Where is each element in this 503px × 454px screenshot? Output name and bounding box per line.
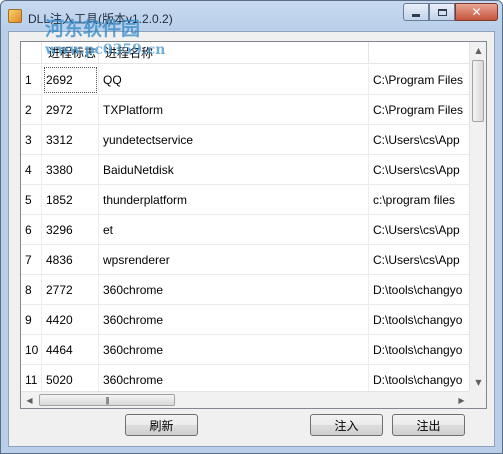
table-row[interactable]: 6 3296 et C:\Users\cs\App <box>21 215 470 245</box>
column-header-process-name[interactable]: 进程名称 <box>99 42 369 64</box>
eject-button[interactable]: 注出 <box>392 414 465 436</box>
vertical-scroll-thumb[interactable] <box>472 60 484 122</box>
row-index: 6 <box>21 215 42 245</box>
process-name: wpsrenderer <box>99 245 369 275</box>
process-id: 1852 <box>42 185 99 215</box>
process-path: D:\tools\changyo <box>373 313 463 327</box>
process-path: C:\Users\cs\App <box>373 223 460 237</box>
process-id: 2692 <box>42 65 99 95</box>
process-name: et <box>99 215 369 245</box>
process-path: C:\Users\cs\App <box>373 253 460 267</box>
row-index: 4 <box>21 155 42 185</box>
process-id: 3312 <box>42 125 99 155</box>
process-id: 2772 <box>42 275 99 305</box>
row-index: 2 <box>21 95 42 125</box>
process-id: 4464 <box>42 335 99 365</box>
row-index: 10 <box>21 335 42 365</box>
process-name: thunderplatform <box>99 185 369 215</box>
row-index: 8 <box>21 275 42 305</box>
process-name: 360chrome <box>99 335 369 365</box>
process-path: D:\tools\changyo <box>373 343 463 357</box>
app-window: DLL注入工具(版本v1.2.0.2) ✕ 进程标志 进程名称 1 2692 QQ C… <box>0 0 503 454</box>
process-name: 360chrome <box>99 305 369 335</box>
process-path: C:\Users\cs\App <box>373 163 460 177</box>
horizontal-scrollbar[interactable]: ◀ ||| ▶ <box>21 391 470 408</box>
process-name: TXPlatform <box>99 95 369 125</box>
scrollbar-corner <box>469 391 486 408</box>
process-id: 2972 <box>42 95 99 125</box>
scroll-left-icon[interactable]: ◀ <box>21 392 38 408</box>
table-row[interactable]: 3 3312 yundetectservice C:\Users\cs\App <box>21 125 470 155</box>
minimize-icon <box>412 13 420 17</box>
process-name: yundetectservice <box>99 125 369 155</box>
table-row[interactable]: 10 4464 360chrome D:\tools\changyo <box>21 335 470 365</box>
scroll-down-icon[interactable]: ▼ <box>470 374 486 391</box>
window-title: DLL注入工具(版本v1.2.0.2) <box>28 12 173 26</box>
column-header-path[interactable] <box>369 42 470 64</box>
table-row[interactable]: 5 1852 thunderplatform c:\program files <box>21 185 470 215</box>
client-area: 进程标志 进程名称 1 2692 QQ C:\Program Files 2 2972 TX… <box>8 31 495 447</box>
process-name: QQ <box>99 65 369 95</box>
table-row[interactable]: 7 4836 wpsrenderer C:\Users\cs\App <box>21 245 470 275</box>
scroll-right-icon[interactable]: ▶ <box>453 392 470 408</box>
process-path: C:\Program Files <box>373 103 464 117</box>
list-rows: 1 2692 QQ C:\Program Files 2 2972 TXPlatform C:… <box>21 65 470 395</box>
process-path: C:\Users\cs\App <box>373 133 460 147</box>
table-row[interactable]: 2 2972 TXPlatform C:\Program Files <box>21 95 470 125</box>
process-list[interactable]: 进程标志 进程名称 1 2692 QQ C:\Program Files 2 2972 TX… <box>20 41 487 409</box>
horizontal-scroll-thumb[interactable]: ||| <box>39 394 175 406</box>
process-id: 4420 <box>42 305 99 335</box>
table-row[interactable]: 8 2772 360chrome D:\tools\changyo <box>21 275 470 305</box>
process-path: D:\tools\changyo <box>373 283 463 297</box>
list-header: 进程标志 进程名称 <box>21 42 470 64</box>
refresh-button[interactable]: 刷新 <box>125 414 198 436</box>
row-index: 7 <box>21 245 42 275</box>
process-id: 4836 <box>42 245 99 275</box>
process-path: C:\Program Files <box>373 73 464 87</box>
minimize-button[interactable] <box>403 3 429 21</box>
window-controls: ✕ <box>403 3 498 23</box>
inject-button[interactable]: 注入 <box>310 414 383 436</box>
row-index: 9 <box>21 305 42 335</box>
close-icon: ✕ <box>471 5 482 19</box>
title-bar[interactable]: DLL注入工具(版本v1.2.0.2) ✕ <box>1 1 502 31</box>
row-index: 5 <box>21 185 42 215</box>
column-header-index[interactable] <box>21 42 42 64</box>
maximize-icon <box>437 8 447 16</box>
column-header-pid[interactable]: 进程标志 <box>42 42 99 64</box>
row-index: 1 <box>21 65 42 95</box>
table-row[interactable]: 1 2692 QQ C:\Program Files <box>21 65 470 95</box>
table-row[interactable]: 4 3380 BaiduNetdisk C:\Users\cs\App <box>21 155 470 185</box>
process-id: 3296 <box>42 215 99 245</box>
process-name: BaiduNetdisk <box>99 155 369 185</box>
vertical-scrollbar[interactable]: ▲ ▼ <box>469 42 486 391</box>
process-id: 3380 <box>42 155 99 185</box>
scroll-up-icon[interactable]: ▲ <box>470 42 486 59</box>
row-index: 3 <box>21 125 42 155</box>
close-button[interactable]: ✕ <box>455 3 498 21</box>
maximize-button[interactable] <box>429 3 455 21</box>
process-name: 360chrome <box>99 275 369 305</box>
table-row[interactable]: 9 4420 360chrome D:\tools\changyo <box>21 305 470 335</box>
app-icon <box>8 9 22 23</box>
process-path: c:\program files <box>373 193 456 207</box>
